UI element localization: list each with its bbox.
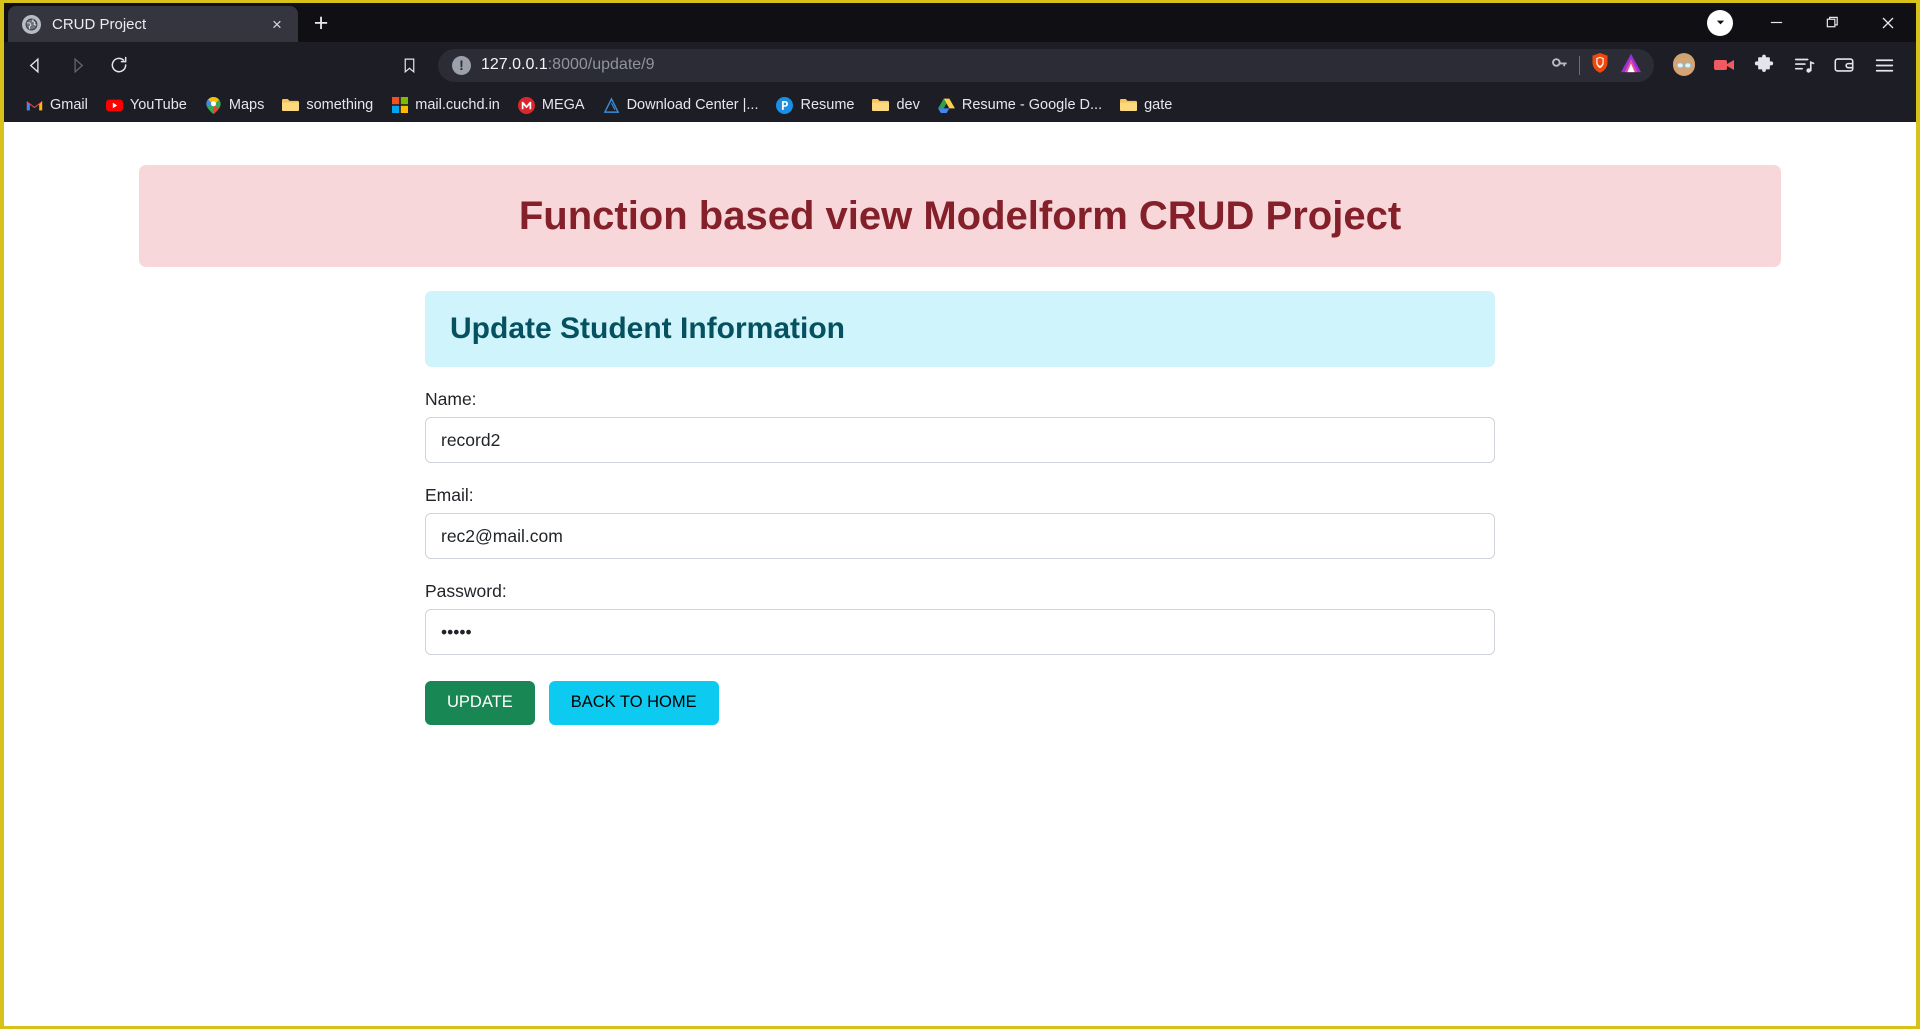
address-bar[interactable]: ! 127.0.0.1:8000/update/9 <box>438 48 1654 82</box>
update-button[interactable]: UPDATE <box>425 681 535 725</box>
url-host: 127.0.0.1 <box>481 56 548 73</box>
form-actions: UPDATE BACK TO HOME <box>425 681 1495 725</box>
bookmark-gate[interactable]: gate <box>1112 93 1180 118</box>
google-drive-icon <box>937 97 955 114</box>
close-icon[interactable]: × <box>266 13 288 35</box>
bookmark-this-page-icon[interactable] <box>390 46 428 84</box>
page-title: Function based view Modelform CRUD Proje… <box>518 194 1402 238</box>
page-container: Function based view Modelform CRUD Proje… <box>139 122 1781 725</box>
bookmark-resume[interactable]: Resume <box>768 93 862 118</box>
bookmark-label: dev <box>896 97 920 113</box>
browser-window: CRUD Project × + ! 127.0.0.1:8000/update… <box>4 3 1916 1026</box>
field-group-name: Name: <box>425 389 1495 463</box>
bookmark-download-center[interactable]: Download Center |... <box>595 93 767 118</box>
reload-icon[interactable] <box>100 46 138 84</box>
bookmark-label: mail.cuchd.in <box>415 97 500 113</box>
bookmarks-bar: Gmail YouTube Maps something mail.cuchd.… <box>4 88 1916 122</box>
name-field[interactable] <box>425 417 1495 463</box>
new-tab-button[interactable]: + <box>304 6 338 40</box>
url-text: 127.0.0.1:8000/update/9 <box>481 56 1540 74</box>
bookmark-something[interactable]: something <box>274 93 381 118</box>
bookmark-label: gate <box>1144 97 1173 113</box>
divider <box>1579 55 1580 75</box>
password-field[interactable] <box>425 609 1495 655</box>
page-banner: Function based view Modelform CRUD Proje… <box>139 165 1781 267</box>
bookmark-label: YouTube <box>129 97 187 113</box>
bookmark-label: MEGA <box>541 97 585 113</box>
main-menu-icon[interactable] <box>1866 47 1902 83</box>
browser-toolbar-icons <box>1666 47 1902 83</box>
tab-title: CRUD Project <box>52 15 147 33</box>
email-field[interactable] <box>425 513 1495 559</box>
minimize-button[interactable] <box>1748 3 1804 42</box>
youtube-icon <box>105 97 123 114</box>
maximize-button[interactable] <box>1804 3 1860 42</box>
bookmark-label: Resume - Google D... <box>961 97 1103 113</box>
bookmark-label: something <box>306 97 374 113</box>
downloads-indicator-button[interactable] <box>1692 3 1748 42</box>
folder-icon <box>872 97 890 114</box>
form-heading: Update Student Information <box>450 312 845 345</box>
globe-icon <box>22 14 41 34</box>
bookmark-label: Resume <box>800 97 855 113</box>
gmail-icon <box>26 97 43 114</box>
address-bar-actions <box>1550 52 1642 79</box>
name-label: Name: <box>425 389 477 409</box>
bookmark-mail-cuchd-in[interactable]: mail.cuchd.in <box>383 93 508 118</box>
key-icon[interactable] <box>1550 53 1569 77</box>
password-label: Password: <box>425 581 507 601</box>
google-maps-icon <box>205 96 222 114</box>
field-group-email: Email: <box>425 485 1495 559</box>
extensions-puzzle-icon[interactable] <box>1746 47 1782 83</box>
bookmark-youtube[interactable]: YouTube <box>98 93 195 118</box>
p-circle-icon <box>776 96 794 114</box>
bookmark-dev[interactable]: dev <box>864 93 927 118</box>
profile-avatar-icon[interactable] <box>1666 47 1702 83</box>
close-window-button[interactable] <box>1860 3 1916 42</box>
chevron-down-icon <box>1707 9 1733 36</box>
page-viewport: Function based view Modelform CRUD Proje… <box>4 122 1916 1026</box>
download-center-icon <box>603 96 620 114</box>
tab-strip: CRUD Project × + <box>4 3 1916 42</box>
folder-icon <box>1120 97 1138 114</box>
form-card-header: Update Student Information <box>425 291 1495 367</box>
screen-recorder-icon[interactable] <box>1706 47 1742 83</box>
brave-shield-icon[interactable] <box>1590 52 1610 79</box>
back-to-home-button[interactable]: BACK TO HOME <box>548 681 719 725</box>
update-form: Update Student Information Name: Email: … <box>425 291 1495 725</box>
url-path: :8000/update/9 <box>547 56 655 73</box>
navigation-toolbar: ! 127.0.0.1:8000/update/9 <box>4 42 1916 88</box>
bookmark-label: Gmail <box>50 97 88 113</box>
microsoft-icon <box>391 97 408 114</box>
browser-tab-crud-project[interactable]: CRUD Project × <box>8 6 298 42</box>
folder-icon <box>282 97 300 114</box>
site-info-icon[interactable]: ! <box>452 55 471 75</box>
bookmark-resume-google-docs[interactable]: Resume - Google D... <box>930 93 1110 118</box>
bookmark-label: Download Center |... <box>626 97 759 113</box>
bookmark-mega[interactable]: MEGA <box>510 93 593 118</box>
back-icon[interactable] <box>16 46 54 84</box>
email-label: Email: <box>425 485 474 505</box>
wallet-icon[interactable] <box>1826 47 1862 83</box>
bookmark-maps[interactable]: Maps <box>197 93 272 118</box>
window-controls <box>1692 3 1916 42</box>
mega-icon <box>517 96 535 114</box>
playlist-music-icon[interactable] <box>1786 47 1822 83</box>
triangle-extension-icon[interactable] <box>1620 53 1642 78</box>
field-group-password: Password: <box>425 581 1495 655</box>
bookmark-gmail[interactable]: Gmail <box>18 93 96 118</box>
bookmark-label: Maps <box>228 97 265 113</box>
forward-icon <box>58 46 96 84</box>
